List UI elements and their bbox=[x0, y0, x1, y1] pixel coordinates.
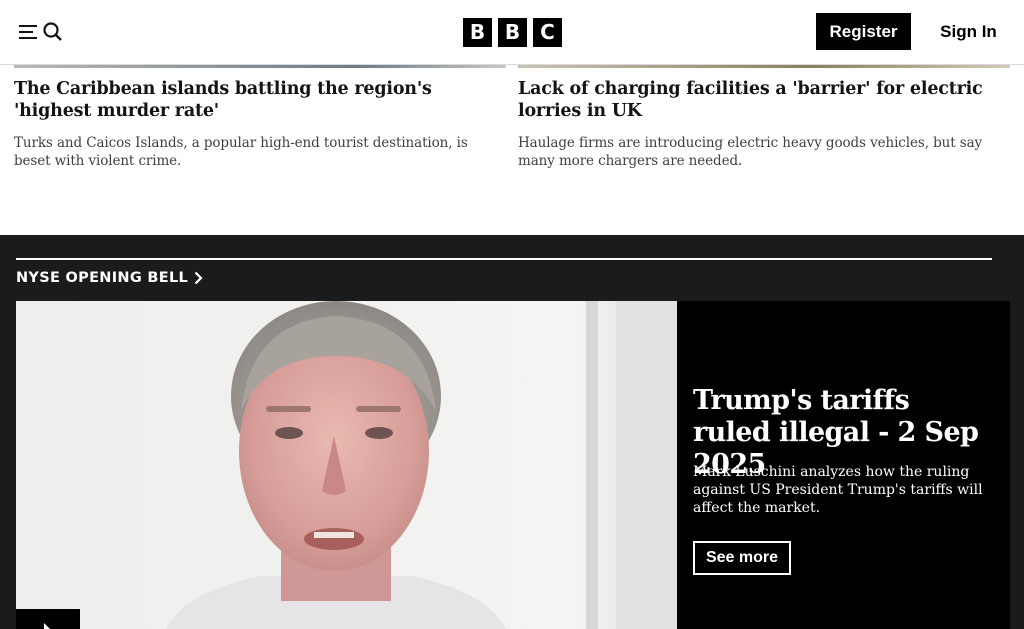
chevron-right-icon bbox=[194, 271, 203, 285]
see-more-button[interactable]: See more bbox=[693, 541, 791, 575]
play-button[interactable] bbox=[16, 609, 80, 629]
story-image-lorries[interactable] bbox=[518, 65, 1010, 68]
video-thumbnail[interactable] bbox=[16, 301, 677, 629]
feature-text-panel: Trump's tariffs ruled illegal - 2 Sep 20… bbox=[677, 301, 1010, 629]
feature-description: Mark Luschini analyzes how the ruling ag… bbox=[693, 464, 983, 516]
story-summary-lorries: Haulage firms are introducing electric h… bbox=[518, 135, 983, 169]
story-headline-lorries[interactable]: Lack of charging facilities a 'barrier' … bbox=[518, 78, 1010, 124]
section-divider bbox=[16, 258, 992, 260]
play-icon bbox=[44, 623, 50, 629]
section-title-link[interactable]: NYSE OPENING BELL bbox=[14, 266, 207, 290]
menu-icon bbox=[19, 25, 37, 39]
search-icon bbox=[43, 22, 62, 41]
logo-letter-b1: B bbox=[463, 17, 492, 47]
sign-in-button[interactable]: Sign In bbox=[927, 13, 1010, 50]
bbc-logo[interactable]: B B C bbox=[458, 15, 567, 49]
register-button[interactable]: Register bbox=[816, 13, 911, 50]
logo-letter-b2: B bbox=[498, 17, 527, 47]
story-headline-caribbean[interactable]: The Caribbean islands battling the regio… bbox=[14, 78, 506, 124]
person-portrait-image bbox=[16, 301, 677, 629]
section-title: NYSE OPENING BELL bbox=[16, 270, 189, 286]
story-image-caribbean[interactable] bbox=[14, 65, 506, 68]
site-header: B B C Register Sign In bbox=[0, 0, 1024, 65]
menu-search-button[interactable] bbox=[14, 15, 68, 49]
logo-letter-c: C bbox=[533, 17, 562, 47]
story-summary-caribbean: Turks and Caicos Islands, a popular high… bbox=[14, 135, 468, 169]
featured-video-card[interactable]: Trump's tariffs ruled illegal - 2 Sep 20… bbox=[14, 298, 1010, 629]
